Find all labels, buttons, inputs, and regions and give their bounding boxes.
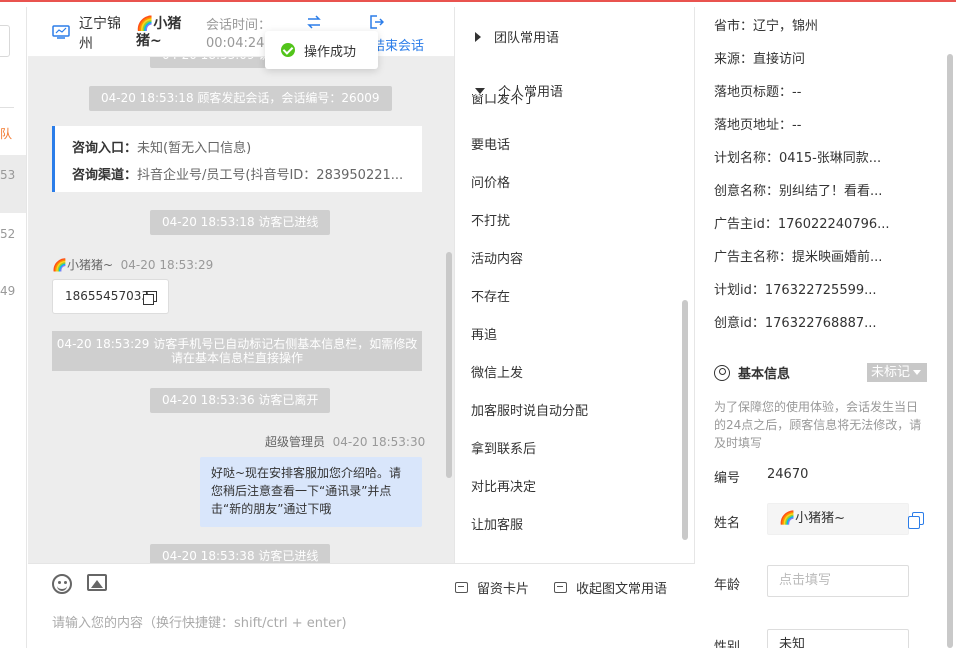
phrase-item[interactable]: 让加客服 <box>471 514 523 533</box>
info-row-source: 来源：直接访问 <box>714 52 806 67</box>
system-message: 04-20 18:53:18 访客已进线 <box>150 210 331 235</box>
visitor-location: 辽宁锦州 <box>79 16 121 52</box>
phrase-item[interactable]: 活动内容 <box>471 248 523 267</box>
phrase-item[interactable]: 再追 <box>471 324 497 343</box>
name-field[interactable]: 🌈小猪猪~ <box>767 503 909 535</box>
phrase-item[interactable]: 不存在 <box>471 286 510 305</box>
info-row-advertiser-id: 广告主id：176022240796... <box>714 217 890 232</box>
team-phrases-group[interactable]: 团队常用语 <box>475 27 559 46</box>
info-row-plan-name: 计划名称：0415-张琳同款... <box>714 151 882 166</box>
chat-message-area[interactable]: 04-20 18:53:09 访 04-20 18:53:18 顾客发起会话，会… <box>28 57 454 563</box>
consult-channel-row: 咨询渠道：抖音企业号/员工号(抖音号ID：283950221... <box>72 168 404 183</box>
age-label: 年龄 <box>714 578 741 593</box>
phrase-item[interactable]: 窗口发不了 <box>471 94 536 105</box>
chat-scrollbar[interactable] <box>446 252 452 478</box>
phrase-item[interactable]: 微信上发 <box>471 362 523 381</box>
age-field[interactable]: 点击填写 <box>767 565 909 597</box>
gender-label: 性别 <box>714 640 741 648</box>
user-icon <box>714 364 730 381</box>
lead-card-button[interactable]: 留资卡片 <box>455 578 529 597</box>
caret-down-icon <box>475 87 485 94</box>
selected-session-item[interactable] <box>0 155 26 213</box>
system-message: 04-20 18:53:36 访客已离开 <box>150 388 331 413</box>
session-item-number[interactable]: 49 <box>0 284 15 298</box>
agent-message-bubble[interactable]: 好哒~现在安排客服加您介绍哈。请您稍后注意查看一下“通讯录”并点击“新的朋友”通… <box>200 457 422 527</box>
visitor-message-bubble[interactable]: 18655457033 <box>52 279 169 314</box>
phrase-item[interactable]: 拿到联系后 <box>471 438 536 457</box>
phrases-scrollbar[interactable] <box>682 300 688 540</box>
session-list-strip: 队 53 52 49 <box>0 7 27 648</box>
copy-icon[interactable] <box>908 512 924 529</box>
info-row-advertiser-name: 广告主名称：提米映画婚前... <box>714 250 883 265</box>
end-session-icon[interactable] <box>368 14 384 30</box>
system-message: 04-20 18:53:09 访 <box>150 57 283 68</box>
id-value: 24670 <box>767 467 809 482</box>
system-message: 04-20 18:53:18 顾客发起会话，会话编号：26009 <box>89 86 392 111</box>
id-label: 编号 <box>714 471 741 486</box>
info-row-landing-url: 落地页地址：-- <box>714 118 802 133</box>
phrase-item[interactable]: 不打扰 <box>471 210 510 229</box>
visitor-info-panel: 省市：辽宁，锦州 来源：直接访问 落地页标题：-- 落地页地址：-- 计划名称：… <box>696 7 956 648</box>
session-search-box[interactable] <box>0 25 10 57</box>
tag-select[interactable]: 未标记 <box>867 363 927 382</box>
info-row-landing-title: 落地页标题：-- <box>714 85 802 100</box>
info-row-creative-name: 创意名称：别纠结了！看看... <box>714 184 883 199</box>
session-time: 00:04:24 <box>206 36 265 51</box>
collapse-phrases-button[interactable]: 收起图文常用语 <box>554 578 667 597</box>
consult-info-card: 咨询入口：未知(暂无入口信息) 咨询渠道：抖音企业号/员工号(抖音号ID：283… <box>52 126 422 192</box>
chat-header: 辽宁锦州 🌈小猪猪~ 会话时间： 00:04:24 结束会话 <box>28 7 454 57</box>
session-item-number[interactable]: 53 <box>0 168 15 182</box>
phrase-item[interactable]: 问价格 <box>471 172 510 191</box>
check-circle-icon <box>281 43 295 57</box>
transfer-icon[interactable] <box>306 14 322 30</box>
monitor-icon <box>52 25 70 39</box>
toast-text: 操作成功 <box>304 44 357 60</box>
phrase-item[interactable]: 加客服时说自动分配 <box>471 400 588 419</box>
session-item-number[interactable]: 52 <box>0 227 15 241</box>
card-icon <box>455 582 468 593</box>
phrase-item[interactable]: 要电话 <box>471 134 510 153</box>
name-label: 姓名 <box>714 516 741 531</box>
copy-icon[interactable] <box>143 291 157 305</box>
edit-notice: 为了保障您的使用体验，会话发生当日的24点之后，顾客信息将无法修改，请及时填写 <box>714 400 922 450</box>
phrase-item[interactable]: 对比再决定 <box>471 476 536 495</box>
emoji-icon[interactable] <box>52 574 72 594</box>
system-message: 04-20 18:53:38 访客已进线 <box>150 544 331 563</box>
agent-message-meta: 超级管理员 04-20 18:53:30 <box>265 435 426 449</box>
info-scrollbar[interactable] <box>947 54 953 648</box>
top-accent-bar <box>0 0 956 7</box>
visitor-name: 🌈小猪猪~ <box>136 16 182 49</box>
image-icon[interactable] <box>87 574 107 591</box>
basic-info-title: 基本信息 <box>714 363 790 382</box>
gender-select[interactable]: 未知 <box>767 629 909 648</box>
end-session-button[interactable]: 结束会话 <box>372 35 424 54</box>
info-row-creative-id: 创意id：176322768887... <box>714 316 877 331</box>
message-input[interactable]: 请输入您的内容（换行快捷键：shift/ctrl + enter) <box>52 612 347 631</box>
visitor-message-meta: 🌈小猪猪~ 04-20 18:53:29 <box>52 258 214 272</box>
quick-phrases-panel: 团队常用语 个人常用语 窗口发不了 要电话 问价格 不打扰 活动内容 不存在 再… <box>454 7 695 563</box>
success-toast: 操作成功 <box>265 31 378 69</box>
divider <box>0 107 14 108</box>
message-input-area[interactable]: 留资卡片 收起图文常用语 请输入您的内容（换行快捷键：shift/ctrl + … <box>28 563 695 648</box>
auto-mark-notice: 04-20 18:53:29 访客手机号已自动标记右侧基本信息栏，如需修改请在基… <box>52 331 422 371</box>
team-tab-fragment[interactable]: 队 <box>0 125 12 142</box>
consult-entry-row: 咨询入口：未知(暂无入口信息) <box>72 141 252 156</box>
phrases-icon <box>554 582 567 593</box>
info-row-province: 省市：辽宁，锦州 <box>714 19 819 34</box>
caret-right-icon <box>475 31 481 42</box>
info-row-plan-id: 计划id：176322725599... <box>714 283 877 298</box>
session-time-label: 会话时间： <box>206 18 272 33</box>
